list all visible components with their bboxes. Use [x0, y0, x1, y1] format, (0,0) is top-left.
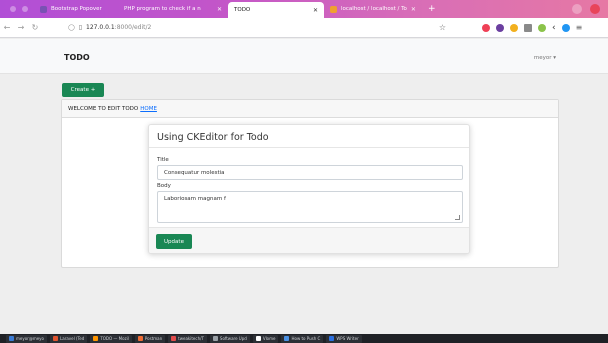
- navbar: TODO meyor ▾: [0, 39, 608, 74]
- tab-title: PHP program to check if a n: [124, 6, 201, 12]
- extension-green-icon[interactable]: [538, 23, 546, 32]
- tab-title: localhost / localhost / To: [341, 6, 407, 12]
- sync-icon[interactable]: [561, 23, 570, 32]
- user-dropdown[interactable]: meyor ▾: [534, 55, 556, 61]
- body-text: Laboriosam magnam f: [164, 196, 226, 202]
- taskbar-item[interactable]: WPS Writer: [326, 334, 362, 343]
- taskbar-label: Postman: [144, 336, 163, 341]
- form-heading: Using CKEditor for Todo: [157, 132, 269, 143]
- reload-icon[interactable]: ↻: [28, 23, 42, 32]
- back-icon[interactable]: ←: [0, 23, 14, 32]
- taskbar-label: Vlome: [262, 336, 276, 341]
- taskbar-item[interactable]: TODO — Mozil: [90, 334, 132, 343]
- update-button[interactable]: Update: [156, 234, 192, 249]
- url-bar[interactable]: ◯ ▯ 127.0.0.1:8000/edit/2 ☆: [62, 21, 452, 35]
- title-label: Title: [157, 157, 169, 163]
- menu-icon[interactable]: ≡: [576, 23, 583, 32]
- taskbar-item[interactable]: Software Upd: [209, 334, 250, 343]
- window-menu[interactable]: [0, 6, 34, 12]
- edit-todo-form: Using CKEditor for Todo Title Consequatu…: [148, 124, 470, 254]
- phpmyadmin-favicon-icon: [330, 5, 337, 13]
- new-tab-icon[interactable]: +: [420, 4, 444, 14]
- navbar-brand[interactable]: TODO: [64, 53, 90, 62]
- browser-icon: [171, 336, 177, 341]
- body-textarea[interactable]: Laboriosam magnam f: [157, 191, 463, 223]
- close-tab-icon[interactable]: ✕: [313, 7, 318, 14]
- library-icon[interactable]: [524, 23, 532, 32]
- home-link[interactable]: HOME: [140, 106, 157, 112]
- taskbar-item[interactable]: Postman: [134, 334, 166, 343]
- create-button[interactable]: Create +: [62, 83, 104, 97]
- tab-php-program[interactable]: PHP program to check if a n ✕: [118, 2, 228, 16]
- tab-title: TODO: [234, 7, 251, 13]
- terminal-icon: [9, 336, 14, 341]
- os-taskbar: meyor@meyo Laravel (Ted TODO — Mozil Pos…: [0, 334, 608, 343]
- url-path: :8000/edit/2: [114, 24, 152, 31]
- bootstrap-favicon-icon: [40, 5, 47, 13]
- chevron-left-icon[interactable]: ‹: [552, 23, 556, 32]
- taskbar-item[interactable]: tweakitech/T: [168, 334, 207, 343]
- taskbar-item[interactable]: How to Push C: [281, 334, 324, 343]
- software-update-icon: [212, 336, 218, 341]
- editor-icon: [53, 336, 58, 341]
- taskbar-label: tweakitech/T: [178, 336, 204, 341]
- firefox-icon: [93, 336, 99, 341]
- postman-icon: [137, 336, 143, 341]
- pocket-icon[interactable]: [482, 23, 490, 32]
- page-icon: ▯: [78, 24, 83, 31]
- vpn-icon[interactable]: [496, 23, 504, 32]
- card-header-text: WELCOME TO EDIT TODO: [68, 105, 139, 112]
- taskbar-item[interactable]: Vlome: [252, 334, 279, 343]
- body-label: Body: [157, 183, 171, 189]
- forward-icon[interactable]: →: [14, 23, 28, 32]
- taskbar-label: How to Push C: [291, 336, 321, 341]
- minimize-icon[interactable]: [572, 4, 582, 14]
- browser-icon: [284, 336, 290, 341]
- title-input[interactable]: Consequatur molestia: [157, 165, 463, 180]
- tab-localhost[interactable]: localhost / localhost / To ✕: [324, 2, 420, 16]
- url-host: 127.0.0.1: [86, 24, 115, 31]
- close-tab-icon[interactable]: ✕: [411, 6, 416, 13]
- close-window-icon[interactable]: [590, 4, 600, 14]
- resize-handle-icon[interactable]: [455, 215, 460, 220]
- divider: [149, 147, 469, 148]
- tab-todo[interactable]: TODO ✕: [228, 2, 324, 18]
- tab-title: Bootstrap Popover: [51, 6, 102, 12]
- window-icon: [255, 336, 261, 341]
- taskbar-label: WPS Writer: [336, 336, 359, 341]
- taskbar-label: TODO — Mozil: [100, 336, 129, 341]
- taskbar-item[interactable]: Laravel (Ted: [50, 334, 88, 343]
- browser-tab-strip: Bootstrap Popover PHP program to check i…: [0, 0, 608, 18]
- bookmark-star-icon[interactable]: ☆: [439, 23, 446, 32]
- taskbar-label: meyor@meyo: [16, 336, 44, 341]
- close-tab-icon[interactable]: ✕: [217, 6, 222, 13]
- taskbar-label: Laravel (Ted: [60, 336, 85, 341]
- extension-icon[interactable]: [510, 23, 518, 32]
- wps-writer-icon: [329, 336, 335, 341]
- extension-icons: ‹ ≡: [482, 23, 583, 32]
- taskbar-item[interactable]: meyor@meyo: [6, 334, 47, 343]
- browser-toolbar: ← → ↻ ◯ ▯ 127.0.0.1:8000/edit/2 ☆ ‹ ≡: [0, 18, 608, 38]
- shield-icon: ◯: [68, 24, 75, 31]
- form-footer: Update: [149, 227, 469, 253]
- tab-bootstrap-popover[interactable]: Bootstrap Popover: [34, 2, 118, 16]
- taskbar-label: Software Upd: [219, 336, 247, 341]
- card-header: WELCOME TO EDIT TODO HOME: [62, 100, 558, 118]
